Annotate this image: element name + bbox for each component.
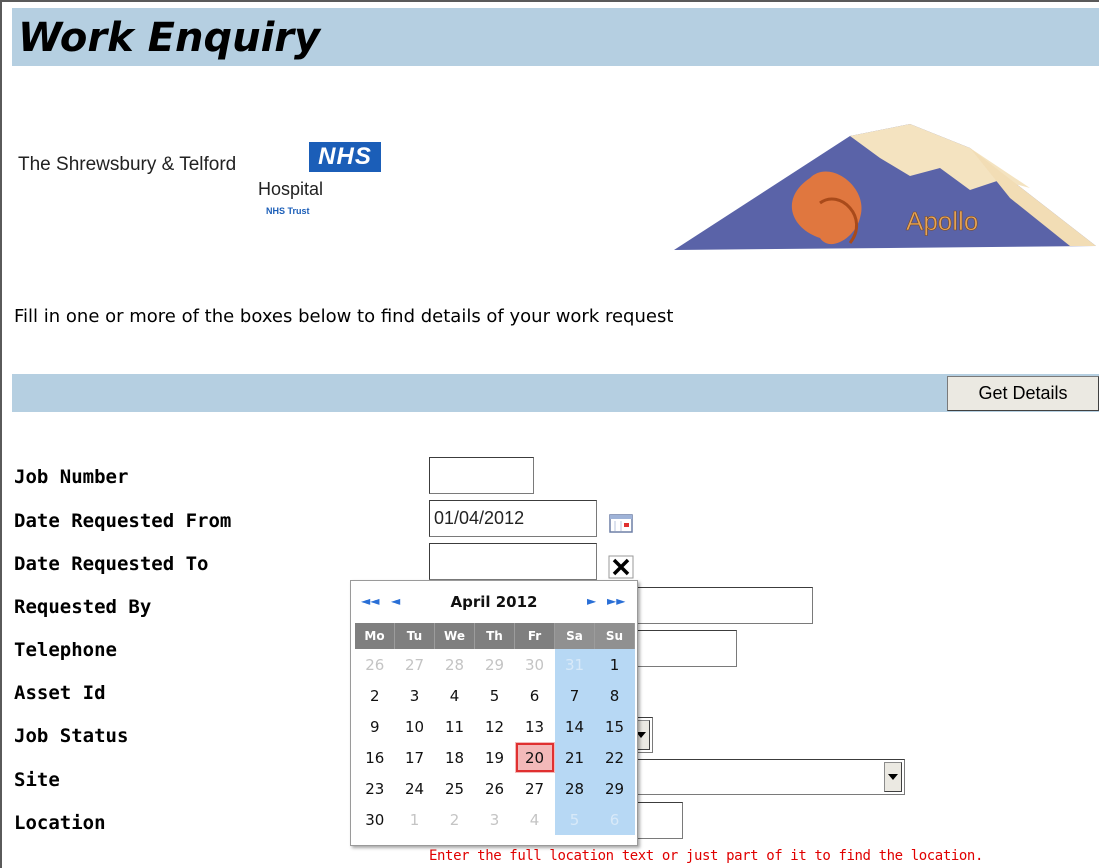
- chevron-down-icon[interactable]: [884, 762, 902, 792]
- calendar-day[interactable]: 26: [475, 773, 515, 804]
- calendar-day[interactable]: 12: [475, 711, 515, 742]
- prev-year-button[interactable]: ◄◄: [361, 594, 379, 608]
- nhs-trust-logo: The Shrewsbury & Telford NHS Hospital NH…: [18, 142, 398, 232]
- calendar-day[interactable]: 29: [594, 773, 635, 804]
- action-band: [12, 374, 1099, 412]
- calendar-day[interactable]: 29: [475, 649, 515, 680]
- calendar-day[interactable]: 25: [435, 773, 475, 804]
- calendar-day[interactable]: 21: [554, 742, 595, 773]
- job-status-label: Job Status: [14, 725, 129, 747]
- next-year-button[interactable]: ►►: [607, 594, 625, 608]
- calendar-day[interactable]: 1: [395, 804, 435, 835]
- get-details-button[interactable]: Get Details: [947, 376, 1099, 411]
- trust-name: The Shrewsbury & Telford: [18, 154, 237, 175]
- calendar-day[interactable]: 8: [594, 680, 635, 711]
- calendar-day[interactable]: 28: [435, 649, 475, 680]
- calendar-day[interactable]: 5: [554, 804, 595, 835]
- calendar-day[interactable]: 6: [515, 680, 555, 711]
- job-number-input[interactable]: [429, 457, 534, 494]
- calendar-day[interactable]: 4: [435, 680, 475, 711]
- apollo-logo: Apollo: [674, 124, 1096, 250]
- page-title: Work Enquiry: [18, 15, 321, 61]
- calendar-week: 30 1 2 3 4 5 6: [355, 804, 635, 835]
- calendar-day[interactable]: 27: [395, 649, 435, 680]
- calendar-grid: Mo Tu We Th Fr Sa Su 26 27 28 29 30 31 1 2 3 4 5 6 7 8 9 10 11…: [355, 623, 635, 835]
- calendar-day[interactable]: 16: [355, 742, 395, 773]
- job-number-label: Job Number: [14, 466, 129, 488]
- calendar-day[interactable]: 5: [475, 680, 515, 711]
- calendar-day[interactable]: 27: [515, 773, 555, 804]
- date-from-label: Date Requested From: [14, 510, 232, 532]
- requested-by-label: Requested By: [14, 596, 152, 618]
- calendar-day[interactable]: 2: [435, 804, 475, 835]
- calendar-day[interactable]: 30: [355, 804, 395, 835]
- calendar-day[interactable]: 2: [355, 680, 395, 711]
- calendar-day[interactable]: 1: [594, 649, 635, 680]
- calendar-day[interactable]: 3: [395, 680, 435, 711]
- calendar-day[interactable]: 18: [435, 742, 475, 773]
- calendar-day[interactable]: 13: [515, 711, 555, 742]
- calendar-day[interactable]: 11: [435, 711, 475, 742]
- calendar-day[interactable]: 3: [475, 804, 515, 835]
- location-label: Location: [14, 812, 106, 834]
- calendar-day[interactable]: 22: [594, 742, 635, 773]
- calendar-day[interactable]: 7: [554, 680, 595, 711]
- calendar-week: 16 17 18 19 20 21 22: [355, 742, 635, 773]
- calendar-week: 2345678: [355, 680, 635, 711]
- trust-subtitle: NHS Trust: [266, 206, 310, 216]
- calendar-day[interactable]: 19: [475, 742, 515, 773]
- apollo-text: Apollo: [906, 206, 978, 236]
- calendar-week: 23 24 25 26 27 28 29: [355, 773, 635, 804]
- weekday-header: Th: [474, 623, 515, 649]
- weekday-header: Fr: [514, 623, 555, 649]
- next-month-button[interactable]: ►: [587, 594, 596, 608]
- calendar-week: 26 27 28 29 30 31 1: [355, 649, 635, 680]
- calendar-day[interactable]: 17: [395, 742, 435, 773]
- date-from-input[interactable]: [429, 500, 597, 537]
- date-to-label: Date Requested To: [14, 553, 209, 575]
- location-hint: Enter the full location text or just par…: [429, 848, 983, 864]
- instructions: Fill in one or more of the boxes below t…: [14, 306, 674, 327]
- telephone-label: Telephone: [14, 639, 117, 661]
- calendar-day[interactable]: 14: [554, 711, 595, 742]
- date-to-input[interactable]: [429, 543, 597, 580]
- weekday-header: Mo: [355, 623, 395, 649]
- prev-month-button[interactable]: ◄: [391, 594, 400, 608]
- weekday-header: Su: [594, 623, 635, 649]
- calendar-day[interactable]: 28: [554, 773, 595, 804]
- asset-id-label: Asset Id: [14, 682, 106, 704]
- calendar-week: 9 10 11 12 13 14 15: [355, 711, 635, 742]
- date-picker-popup: ◄◄ ◄ April 2012 ► ►► Mo Tu We Th Fr Sa Su 26 27…: [350, 580, 638, 846]
- weekday-header: Sa: [554, 623, 595, 649]
- nhs-badge: NHS: [309, 142, 381, 172]
- calendar-day[interactable]: 4: [515, 804, 555, 835]
- calendar-day[interactable]: 26: [355, 649, 395, 680]
- weekday-header: We: [434, 623, 475, 649]
- trust-hospital: Hospital: [258, 179, 324, 199]
- calendar-day[interactable]: 6: [594, 804, 635, 835]
- weekday-header: Tu: [394, 623, 435, 649]
- site-label: Site: [14, 769, 60, 791]
- calendar-day-today[interactable]: 20: [514, 742, 555, 773]
- calendar-day[interactable]: 10: [395, 711, 435, 742]
- calendar-day[interactable]: 9: [355, 711, 395, 742]
- calendar-icon[interactable]: [608, 512, 634, 534]
- date-picker-month: April 2012: [450, 593, 538, 611]
- calendar-day[interactable]: 23: [355, 773, 395, 804]
- calendar-day[interactable]: 30: [515, 649, 555, 680]
- calendar-day[interactable]: 15: [594, 711, 635, 742]
- close-icon[interactable]: [608, 555, 634, 579]
- calendar-day[interactable]: 31: [554, 649, 595, 680]
- calendar-day[interactable]: 24: [395, 773, 435, 804]
- date-picker-header: ◄◄ ◄ April 2012 ► ►►: [351, 581, 637, 627]
